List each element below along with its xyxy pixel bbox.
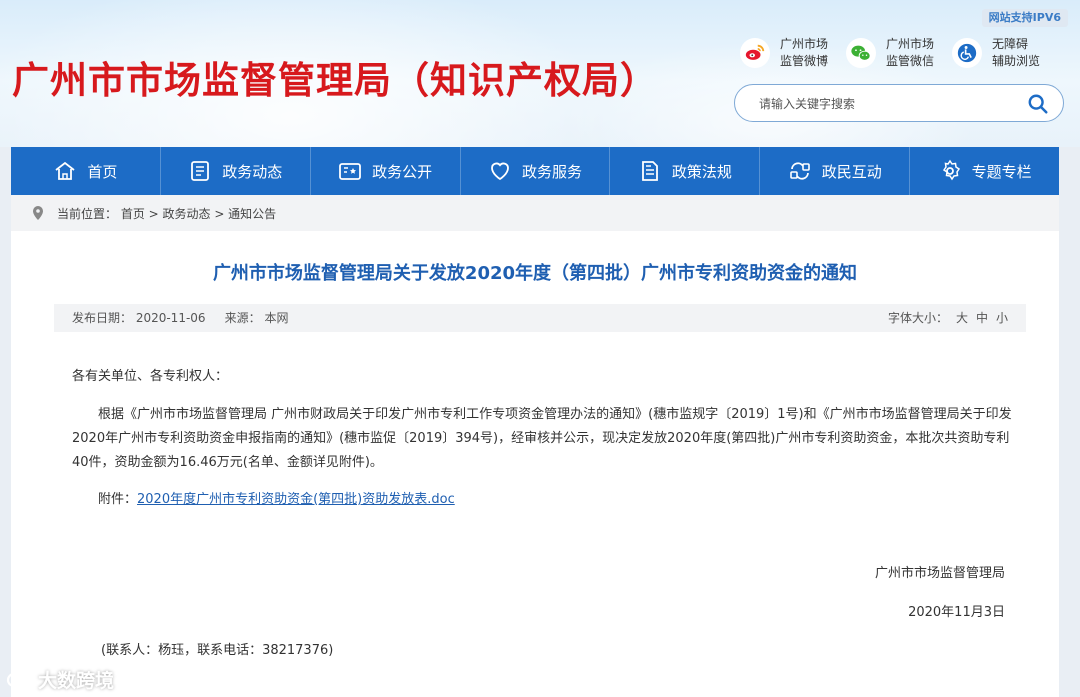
font-size-large[interactable]: 大 (956, 311, 968, 325)
location-pin-icon (33, 206, 43, 220)
home-icon (55, 161, 75, 180)
attachment-line: 附件：2020年度广州市专利资助资金(第四批)资助发放表.doc (98, 488, 455, 512)
news-icon (191, 161, 210, 181)
site-title[interactable]: 广州市市场监督管理局（知识产权局） (12, 50, 658, 104)
gear-topic-icon (942, 159, 960, 181)
nav-item-policy[interactable]: 政策法规 (610, 147, 761, 195)
article-signature: 广州市市场监督管理局 (874, 566, 1005, 581)
nav-item-label: 政务服务 (522, 162, 583, 181)
watermark-logo-icon (6, 672, 34, 687)
article-source: 来源： 本网 (224, 311, 289, 325)
article-title: 广州市市场监督管理局关于发放2020年度（第四批）广州市专利资助资金的通知 (212, 263, 858, 284)
nav-item-label: 政民互动 (821, 162, 882, 181)
nav-item-label: 政务公开 (372, 162, 433, 181)
wechat-icon (846, 38, 876, 68)
article-contact: (联系人：杨珏，联系电话：38217376) (101, 643, 334, 658)
accessibility-link-line2: 辅助浏览 (992, 54, 1041, 68)
main-nav: 首页 政务动态 政务公开 政务服务 政策法规 政民互动 专题专栏 (11, 147, 1059, 195)
nav-item-news[interactable]: 政务动态 (161, 147, 311, 195)
publish-date: 发布日期： 2020-11-06 (72, 311, 206, 325)
nav-item-services[interactable]: 政务服务 (461, 147, 611, 195)
article-meta: 发布日期： 2020-11-06 来源： 本网 字体大小： 大中小 (54, 304, 1026, 332)
wechat-link-line1: 广州市场 (886, 37, 935, 51)
breadcrumb: 当前位置： 首页 > 政务动态 > 通知公告 (11, 195, 1059, 231)
search-input[interactable] (757, 93, 1021, 115)
nav-item-open-affairs[interactable]: 政务公开 (311, 147, 461, 195)
nav-item-label: 政策法规 (671, 162, 732, 181)
nav-item-label: 政务动态 (222, 162, 283, 181)
weibo-link-line2: 监管微博 (780, 54, 829, 68)
accessibility-icon (952, 38, 982, 68)
search-box (734, 84, 1064, 122)
watermark-text: 大数跨境 (38, 670, 115, 692)
breadcrumb-text[interactable]: 当前位置： 首页 > 政务动态 > 通知公告 (57, 205, 276, 222)
article-date: 2020年11月3日 (908, 605, 1005, 620)
weibo-link-line1: 广州市场 (780, 37, 829, 51)
search-icon[interactable] (1027, 93, 1049, 115)
nav-item-label: 首页 (87, 162, 118, 181)
weibo-icon (740, 38, 770, 68)
heart-service-icon (491, 162, 509, 181)
attachment-label: 附件： (98, 492, 138, 507)
nav-item-home[interactable]: 首页 (11, 147, 161, 195)
nav-item-label: 专题专栏 (971, 162, 1032, 181)
font-size-small[interactable]: 小 (996, 311, 1008, 325)
nav-item-interaction[interactable]: 政民互动 (760, 147, 911, 195)
article-greeting: 各有关单位、各专利权人： (72, 369, 229, 384)
nav-item-topics[interactable]: 专题专栏 (910, 147, 1059, 195)
article-paragraph: 根据《广州市市场监督管理局 广州市财政局关于印发广州市专利工作专项资金管理办法的… (72, 407, 1012, 470)
open-affairs-icon (339, 163, 362, 180)
watermark: 大数跨境 (6, 666, 114, 693)
interaction-icon (789, 162, 810, 180)
article-panel: 广州市市场监督管理局关于发放2020年度（第四批）广州市专利资助资金的通知 发布… (11, 231, 1059, 697)
wechat-link-line2: 监管微信 (886, 54, 935, 68)
accessibility-link-line1: 无障碍 (992, 37, 1029, 51)
document-icon (641, 161, 658, 181)
font-size-label: 字体大小： (887, 311, 948, 325)
ipv6-badge: 网站支持IPV6 (981, 9, 1068, 27)
font-size-medium[interactable]: 中 (976, 311, 988, 325)
attachment-link[interactable]: 2020年度广州市专利资助资金(第四批)资助发放表.doc (137, 492, 455, 507)
